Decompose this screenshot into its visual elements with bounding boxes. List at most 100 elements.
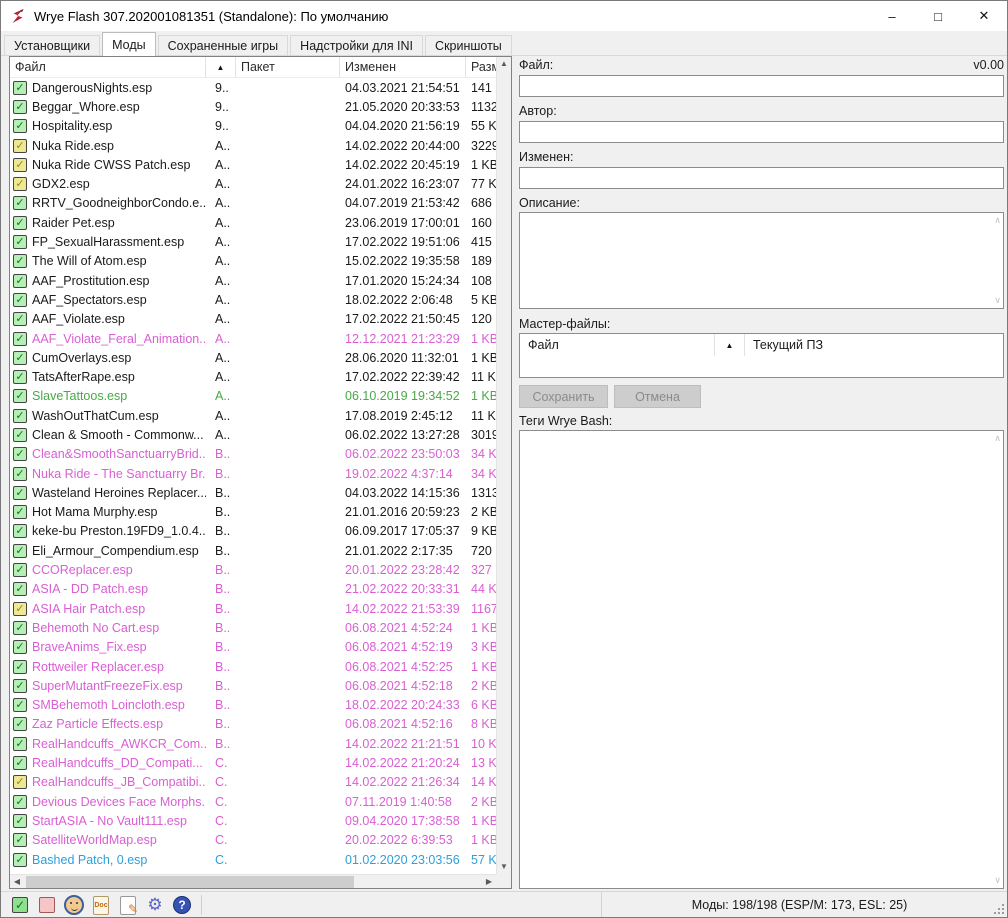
mod-checkbox-icon[interactable]: ✓ [13,139,27,153]
close-button[interactable]: ✕ [961,1,1007,31]
modified-input[interactable] [519,167,1004,189]
doc-icon[interactable]: Doc [91,895,111,915]
table-row[interactable]: ✓CCOReplacer.espB..20.01.2022 23:28:4232… [10,560,496,579]
mod-checkbox-icon[interactable]: ✓ [13,814,27,828]
minimize-button[interactable]: – [869,1,915,31]
table-row[interactable]: ✓Nuka Ride - The Sanctuarry Br...B..19.0… [10,464,496,483]
table-row[interactable]: ✓DangerousNights.esp9..04.03.2021 21:54:… [10,78,496,97]
mod-checkbox-icon[interactable]: ✓ [13,196,27,210]
table-row[interactable]: ✓RealHandcuffs_JB_Compatibi...C.14.02.20… [10,773,496,792]
mod-checkbox-icon[interactable]: ✓ [13,389,27,403]
column-header-size[interactable]: Разм [466,57,496,77]
table-row[interactable]: ✓Nuka Ride CWSS Patch.espA..14.02.2022 2… [10,155,496,174]
mod-checkbox-icon[interactable]: ✓ [13,582,27,596]
mod-checkbox-icon[interactable]: ✓ [13,409,27,423]
mod-checkbox-icon[interactable]: ✓ [13,737,27,751]
mod-checkbox-icon[interactable]: ✓ [13,563,27,577]
checkbox-checked-icon[interactable]: ✓ [10,895,30,915]
column-header-load-order[interactable]: ▲ [206,57,236,77]
table-row[interactable]: ✓keke-bu Preston.19FD9_1.0.4....B..06.09… [10,522,496,541]
table-row[interactable]: ✓Beggar_Whore.esp9..21.05.2020 20:33:531… [10,97,496,116]
tags-textarea[interactable]: ∧ ∨ [519,430,1004,889]
table-row[interactable]: ✓Hot Mama Murphy.espB..21.01.2016 20:59:… [10,503,496,522]
table-row[interactable]: ✓Nuka Ride.espA..14.02.2022 20:44:003229 [10,136,496,155]
mod-checkbox-icon[interactable]: ✓ [13,235,27,249]
tab-моды[interactable]: Моды [102,32,156,56]
table-row[interactable]: ✓Bashed Patch, 0.espC.01.02.2020 23:03:5… [10,850,496,869]
table-row[interactable]: ✓SuperMutantFreezeFix.espB..06.08.2021 4… [10,676,496,695]
mod-checkbox-icon[interactable]: ✓ [13,100,27,114]
save-button[interactable]: Сохранить [519,385,608,408]
mod-checkbox-icon[interactable]: ✓ [13,679,27,693]
mod-checkbox-icon[interactable]: ✓ [13,640,27,654]
mod-checkbox-icon[interactable]: ✓ [13,544,27,558]
mod-checkbox-icon[interactable]: ✓ [13,660,27,674]
vertical-scrollbar[interactable]: ▲ ▼ [496,57,511,874]
table-row[interactable]: ✓CumOverlays.espA..28.06.2020 11:32:011 … [10,348,496,367]
mod-checkbox-icon[interactable]: ✓ [13,312,27,326]
mod-checkbox-icon[interactable]: ✓ [13,447,27,461]
table-row[interactable]: ✓Wasteland Heroines Replacer...B..04.03.… [10,483,496,502]
mod-checkbox-icon[interactable]: ✓ [13,216,27,230]
mod-checkbox-icon[interactable]: ✓ [13,486,27,500]
table-row[interactable]: ✓Devious Devices Face Morphs...C.07.11.2… [10,792,496,811]
edit-icon[interactable] [118,895,138,915]
table-row[interactable]: ✓TatsAfterRape.espA..17.02.2022 22:39:42… [10,367,496,386]
horizontal-scrollbar-thumb[interactable] [26,876,354,888]
table-row[interactable]: ✓Eli_Armour_Compendium.espB..21.01.2022 … [10,541,496,560]
mod-checkbox-icon[interactable]: ✓ [13,370,27,384]
mod-checkbox-icon[interactable]: ✓ [13,756,27,770]
mod-checkbox-icon[interactable]: ✓ [13,717,27,731]
vault-boy-icon[interactable] [64,895,84,915]
mod-checkbox-icon[interactable]: ✓ [13,81,27,95]
table-row[interactable]: ✓AAF_Prostitution.espA..17.01.2020 15:24… [10,271,496,290]
mod-checkbox-icon[interactable]: ✓ [13,274,27,288]
table-row[interactable]: ✓WashOutThatCum.espA..17.08.2019 2:45:12… [10,406,496,425]
mod-checkbox-icon[interactable]: ✓ [13,332,27,346]
file-input[interactable] [519,75,1004,97]
table-row[interactable]: ✓SlaveTattoos.espA..06.10.2019 19:34:521… [10,387,496,406]
checkbox-unchecked-icon[interactable] [37,895,57,915]
mod-checkbox-icon[interactable]: ✓ [13,158,27,172]
table-row[interactable]: ✓Clean&SmoothSanctuarryBrid...B..06.02.2… [10,445,496,464]
mod-checkbox-icon[interactable]: ✓ [13,505,27,519]
tab-сохраненные-игры[interactable]: Сохраненные игры [158,35,289,56]
table-row[interactable]: ✓ASIA Hair Patch.espB..14.02.2022 21:53:… [10,599,496,618]
scroll-right-icon[interactable]: ▶ [482,875,496,888]
table-row[interactable]: ✓SatelliteWorldMap.espC.20.02.2022 6:39:… [10,831,496,850]
table-row[interactable]: ✓SMBehemoth Loincloth.espB..18.02.2022 2… [10,696,496,715]
tab-скриншоты[interactable]: Скриншоты [425,35,512,56]
maximize-button[interactable]: □ [915,1,961,31]
mod-checkbox-icon[interactable]: ✓ [13,602,27,616]
table-row[interactable]: ✓StartASIA - No Vault111.espC.09.04.2020… [10,811,496,830]
masters-column-file[interactable]: Файл [520,334,715,356]
table-row[interactable]: ✓AAF_Violate_Feral_Animation...A..12.12.… [10,329,496,348]
scroll-left-icon[interactable]: ◀ [10,875,24,888]
table-row[interactable]: ✓AAF_Violate.espA..17.02.2022 21:50:4512… [10,310,496,329]
description-textarea[interactable]: ∧ ∨ [519,212,1004,309]
mod-checkbox-icon[interactable]: ✓ [13,524,27,538]
table-row[interactable]: ✓AAF_Spectators.espA..18.02.2022 2:06:48… [10,290,496,309]
table-row[interactable]: ✓RRTV_GoodneighborCondo.e...A..04.07.201… [10,194,496,213]
table-row[interactable]: ✓Zaz Particle Effects.espB..06.08.2021 4… [10,715,496,734]
table-row[interactable]: ✓Raider Pet.espA..23.06.2019 17:00:01160 [10,213,496,232]
column-header-package[interactable]: Пакет [236,57,340,77]
mod-checkbox-icon[interactable]: ✓ [13,351,27,365]
mod-checkbox-icon[interactable]: ✓ [13,621,27,635]
masters-column-current-lo[interactable]: Текущий ПЗ [745,334,1003,356]
column-header-modified[interactable]: Изменен [340,57,466,77]
table-row[interactable]: ✓FP_SexualHarassment.espA..17.02.2022 19… [10,232,496,251]
cancel-button[interactable]: Отмена [614,385,701,408]
mod-checkbox-icon[interactable]: ✓ [13,795,27,809]
mod-checkbox-icon[interactable]: ✓ [13,177,27,191]
mod-checkbox-icon[interactable]: ✓ [13,467,27,481]
table-row[interactable]: ✓BraveAnims_Fix.espB..06.08.2021 4:52:19… [10,638,496,657]
table-row[interactable]: ✓ASIA - DD Patch.espB..21.02.2022 20:33:… [10,580,496,599]
mod-checkbox-icon[interactable]: ✓ [13,428,27,442]
tab-установщики[interactable]: Установщики [4,35,100,56]
mod-checkbox-icon[interactable]: ✓ [13,254,27,268]
table-row[interactable]: ✓Clean & Smooth - Commonw...A..06.02.202… [10,425,496,444]
table-row[interactable]: ✓Behemoth No Cart.espB..06.08.2021 4:52:… [10,618,496,637]
gear-icon[interactable]: ⚙ [145,895,165,915]
table-row[interactable]: ✓The Will of Atom.espA..15.02.2022 19:35… [10,252,496,271]
